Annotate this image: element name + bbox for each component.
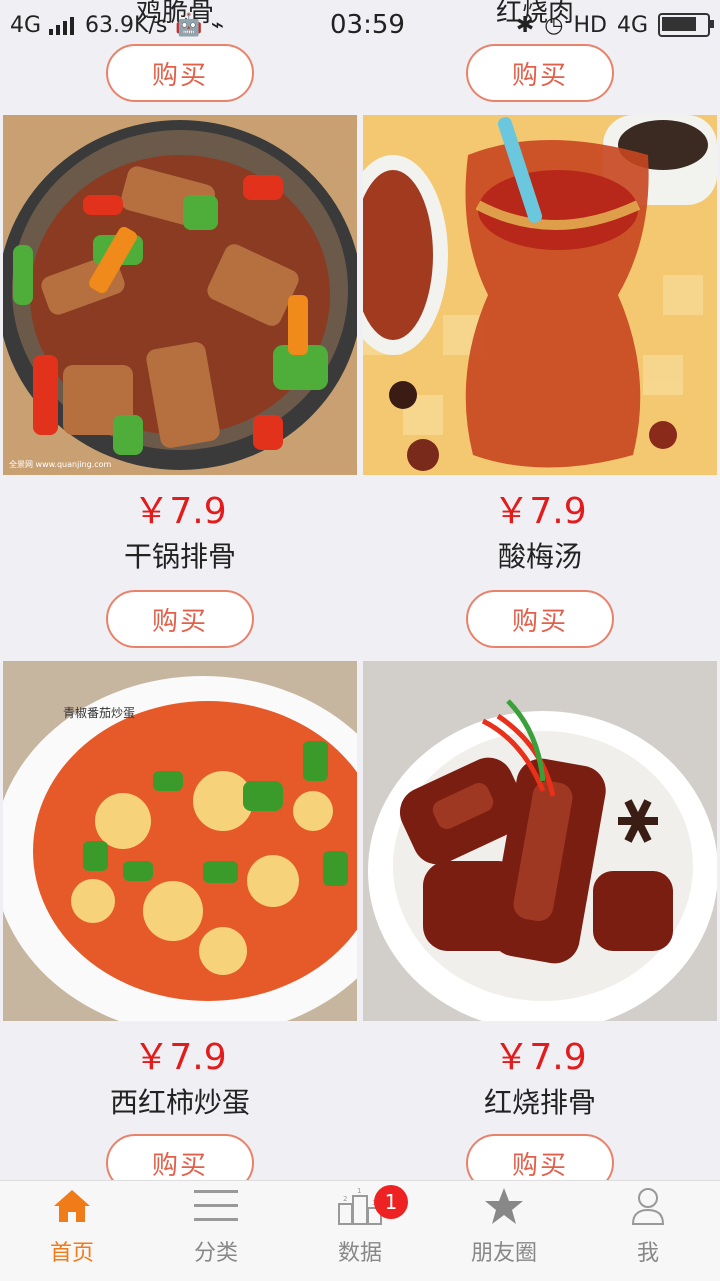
buy-button-suanmei-tang[interactable]: 购买: [466, 590, 614, 648]
usb-icon: ⌁: [210, 12, 224, 38]
star-icon: [483, 1183, 525, 1229]
product-price: ￥7.9: [493, 1037, 587, 1078]
network-speed: 63.9K/s: [85, 12, 168, 38]
alarm-icon: ◷: [544, 12, 564, 38]
tab-label: 我: [636, 1241, 659, 1266]
tab-me[interactable]: 我: [576, 1181, 720, 1281]
tab-moments[interactable]: 朋友圈: [432, 1181, 576, 1281]
product-name: 红烧排骨: [483, 1086, 596, 1119]
product-image-hongshao-paigu[interactable]: [363, 661, 717, 1021]
clock: 03:59: [330, 10, 405, 40]
status-left: 4G 63.9K/s 🤖 ⌁: [0, 13, 224, 38]
signal-icon: [49, 17, 75, 35]
product-image-suanmei-tang[interactable]: [363, 115, 717, 475]
android-icon: 🤖: [175, 12, 203, 38]
product-image-xihongshi-chaodan[interactable]: 青椒番茄炒蛋: [3, 661, 357, 1021]
buy-button-top-left[interactable]: 购买: [106, 44, 254, 102]
battery-icon: [658, 13, 714, 37]
status-bar: 4G 63.9K/s 🤖 ⌁ 03:59 ✱ ◷ HD 4G: [0, 0, 720, 50]
tab-data[interactable]: 2 1 3 1 数据: [288, 1181, 432, 1281]
network-4g-label: 4G: [616, 12, 648, 38]
product-price: ￥7.9: [493, 491, 587, 532]
user-icon: [630, 1183, 666, 1229]
image-caption: 青椒番茄炒蛋: [63, 706, 135, 720]
tab-label: 朋友圈: [470, 1241, 537, 1266]
notification-badge: 1: [374, 1185, 408, 1219]
tab-label: 首页: [49, 1241, 94, 1266]
home-icon: [52, 1183, 92, 1229]
tab-label: 分类: [193, 1241, 238, 1266]
tab-label: 数据: [337, 1241, 382, 1266]
svg-text:2: 2: [343, 1195, 347, 1203]
product-price: ￥7.9: [133, 491, 227, 532]
buy-button-top-right[interactable]: 购买: [466, 44, 614, 102]
image-watermark: 全景网 www.quanjing.com: [9, 459, 112, 469]
network-label: 4G: [10, 12, 42, 38]
hd-label: HD: [573, 12, 607, 38]
menu-icon: [194, 1183, 238, 1229]
buy-button-ganguo-paigu[interactable]: 购买: [106, 590, 254, 648]
product-image-ganguo-paigu[interactable]: 全景网 www.quanjing.com: [3, 115, 357, 475]
product-name: 酸梅汤: [497, 540, 582, 573]
product-name: 西红柿炒蛋: [109, 1086, 250, 1119]
bluetooth-icon: ✱: [515, 12, 535, 38]
bottom-tab-bar: 首页 分类 2 1 3 1 数据: [0, 1180, 720, 1281]
product-name: 干锅排骨: [123, 540, 236, 573]
product-price: ￥7.9: [133, 1037, 227, 1078]
tab-category[interactable]: 分类: [144, 1181, 288, 1281]
svg-text:1: 1: [357, 1187, 361, 1195]
tab-home[interactable]: 首页: [0, 1181, 144, 1281]
status-right: ✱ ◷ HD 4G: [516, 13, 720, 38]
